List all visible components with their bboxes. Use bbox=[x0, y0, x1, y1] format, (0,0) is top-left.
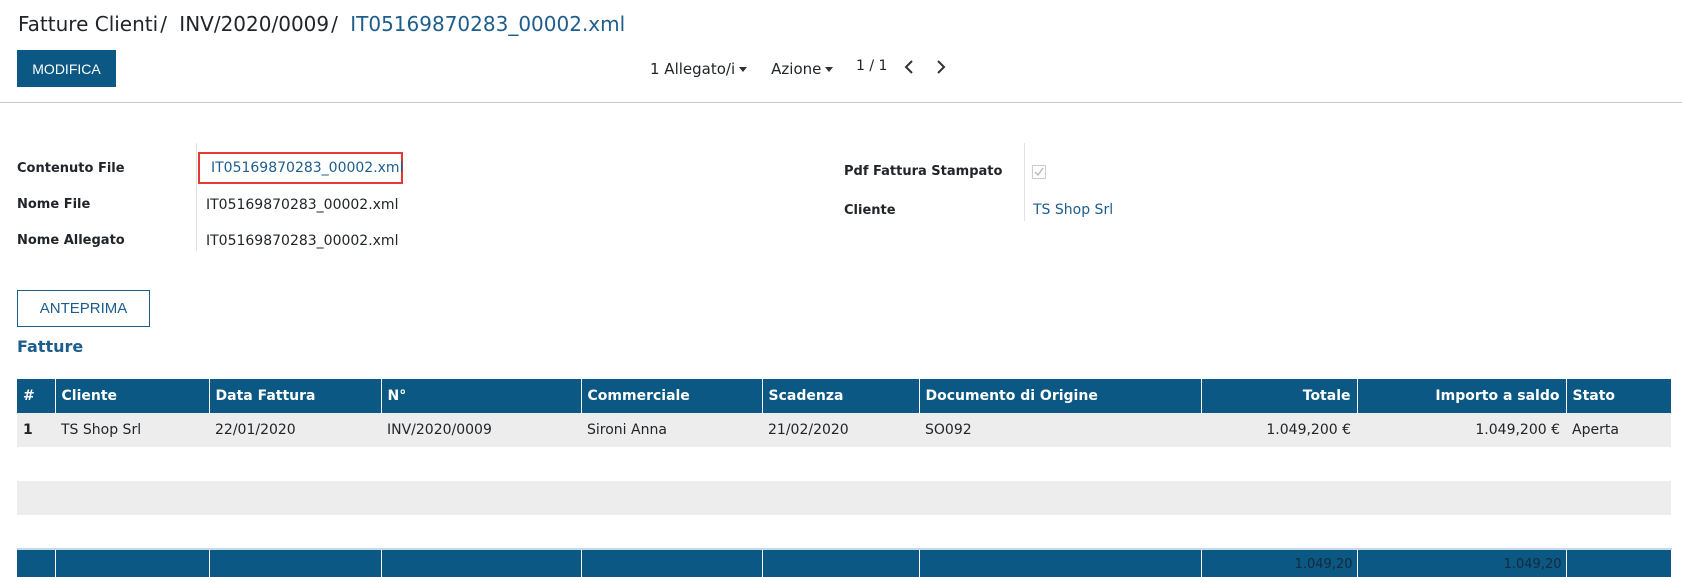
field-divider bbox=[1024, 143, 1025, 221]
cell-invoice-date: 22/01/2020 bbox=[209, 413, 381, 447]
empty-row bbox=[17, 481, 1671, 515]
column-header-amount-due[interactable]: Importo a saldo bbox=[1357, 379, 1567, 413]
breadcrumb-active: IT05169870283_00002.xml bbox=[350, 12, 626, 36]
cell-amount-due: 1.049,200 € bbox=[1357, 413, 1566, 447]
empty-row bbox=[17, 447, 1671, 481]
file-name-value: IT05169870283_00002.xml bbox=[206, 197, 399, 213]
attachment-name-value: IT05169870283_00002.xml bbox=[206, 233, 399, 249]
footer-total: 1.049,20 bbox=[1201, 548, 1358, 577]
cell-total: 1.049,200 € bbox=[1201, 413, 1357, 447]
file-name-label: Nome File bbox=[17, 197, 91, 212]
table-footer-row: 1.049,20 1.049,20 bbox=[17, 548, 1672, 577]
column-header-source-document[interactable]: Documento di Origine bbox=[919, 379, 1202, 413]
cell-status: Aperta bbox=[1566, 413, 1671, 447]
column-header-status[interactable]: Stato bbox=[1566, 379, 1672, 413]
file-download-filename: IT05169870283_00002.xml bbox=[211, 160, 404, 176]
breadcrumb-item-invoice[interactable]: INV/2020/0009 bbox=[179, 12, 329, 36]
column-header-due-date[interactable]: Scadenza bbox=[762, 379, 920, 413]
table-row[interactable]: 1 TS Shop Srl 22/01/2020 INV/2020/0009 S… bbox=[17, 413, 1671, 447]
control-panel: Fatture Clienti / INV/2020/0009/ IT051698… bbox=[0, 0, 1682, 103]
pager-previous-button[interactable] bbox=[898, 56, 920, 78]
file-download-link[interactable]: IT05169870283_00002.xml bbox=[198, 152, 403, 184]
empty-row bbox=[17, 515, 1671, 549]
attachments-dropdown[interactable]: 1 Allegato/i bbox=[650, 60, 748, 78]
chevron-right-icon bbox=[937, 60, 946, 74]
customer-label: Cliente bbox=[844, 203, 896, 218]
chevron-left-icon bbox=[904, 60, 913, 74]
pdf-printed-checkbox bbox=[1032, 165, 1046, 179]
cell-salesperson: Sironi Anna bbox=[581, 413, 762, 447]
pdf-printed-label: Pdf Fattura Stampato bbox=[844, 164, 1003, 179]
customer-link[interactable]: TS Shop Srl bbox=[1033, 202, 1113, 218]
column-header-customer[interactable]: Cliente bbox=[55, 379, 210, 413]
preview-button[interactable]: ANTEPRIMA bbox=[17, 290, 150, 327]
cell-index: 1 bbox=[17, 413, 55, 447]
edit-button[interactable]: MODIFICA bbox=[17, 50, 116, 87]
field-divider bbox=[196, 143, 197, 251]
pager-value[interactable]: 1 / 1 bbox=[856, 58, 887, 74]
column-header-index[interactable]: # bbox=[17, 379, 56, 413]
attachment-name-label: Nome Allegato bbox=[17, 233, 125, 248]
cell-customer: TS Shop Srl bbox=[55, 413, 209, 447]
column-header-invoice-date[interactable]: Data Fattura bbox=[209, 379, 382, 413]
sidebar-actions: 1 Allegato/i Azione bbox=[650, 59, 834, 79]
check-icon bbox=[1034, 167, 1044, 177]
column-header-number[interactable]: N° bbox=[381, 379, 582, 413]
cell-due-date: 21/02/2020 bbox=[762, 413, 919, 447]
file-content-label: Contenuto File bbox=[17, 161, 125, 176]
breadcrumb: Fatture Clienti / INV/2020/0009/ IT051698… bbox=[18, 12, 626, 36]
pager-next-button[interactable] bbox=[930, 56, 952, 78]
footer-amount-due: 1.049,20 bbox=[1357, 548, 1567, 577]
cell-number: INV/2020/0009 bbox=[381, 413, 581, 447]
column-header-total[interactable]: Totale bbox=[1201, 379, 1358, 413]
caret-down-icon bbox=[825, 67, 834, 72]
action-dropdown[interactable]: Azione bbox=[771, 60, 834, 78]
caret-down-icon bbox=[739, 67, 748, 72]
invoices-section-title: Fatture bbox=[17, 337, 84, 356]
invoices-table: # Cliente Data Fattura N° Commerciale Sc… bbox=[17, 379, 1672, 577]
breadcrumb-item-invoices[interactable]: Fatture Clienti bbox=[18, 12, 158, 36]
column-header-salesperson[interactable]: Commerciale bbox=[581, 379, 763, 413]
cell-source-document: SO092 bbox=[919, 413, 1201, 447]
table-header-row: # Cliente Data Fattura N° Commerciale Sc… bbox=[17, 379, 1672, 413]
